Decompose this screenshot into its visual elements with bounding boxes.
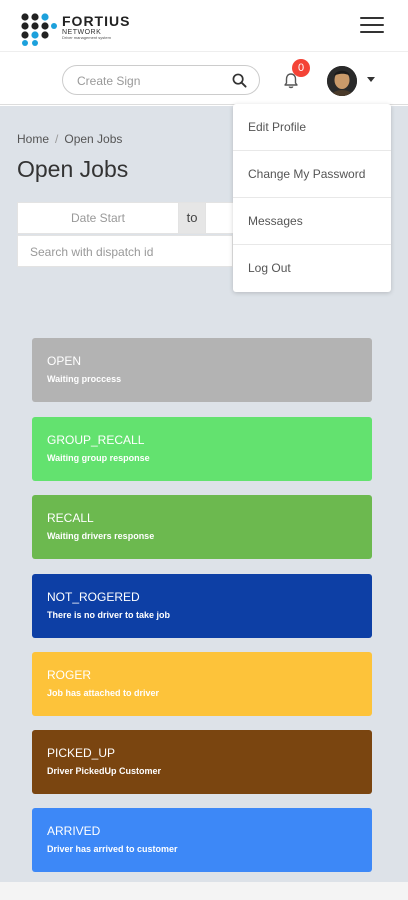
status-title: GROUP_RECALL xyxy=(47,433,145,447)
user-photo-icon xyxy=(327,66,357,96)
status-title: ROGER xyxy=(47,668,92,682)
status-card-picked-up[interactable]: PICKED_UP Driver PickedUp Customer xyxy=(32,730,372,794)
status-description: Waiting drivers response xyxy=(47,531,155,541)
status-title: ARRIVED xyxy=(47,824,101,838)
status-description: Job has attached to driver xyxy=(47,688,160,698)
status-card-open[interactable]: OPEN Waiting proccess xyxy=(32,338,372,402)
breadcrumb: Home / Open Jobs xyxy=(17,132,122,146)
brand-tagline: Driver management system xyxy=(62,35,111,40)
chevron-down-icon[interactable] xyxy=(367,77,375,82)
breadcrumb-separator: / xyxy=(55,132,59,146)
hamburger-line xyxy=(360,31,384,33)
breadcrumb-current: Open Jobs xyxy=(64,132,123,146)
date-start-input[interactable]: Date Start xyxy=(17,202,179,234)
footer-strip xyxy=(0,882,408,900)
dispatch-search[interactable] xyxy=(17,235,233,267)
status-description: There is no driver to take job xyxy=(47,610,171,620)
status-description: Driver PickedUp Customer xyxy=(47,766,162,776)
menu-item-log-out[interactable]: Log Out xyxy=(233,245,391,292)
status-card-recall[interactable]: RECALL Waiting drivers response xyxy=(32,495,372,559)
dispatch-id-input[interactable] xyxy=(30,243,220,261)
status-card-group-recall[interactable]: GROUP_RECALL Waiting group response xyxy=(32,417,372,481)
notification-badge[interactable]: 0 xyxy=(292,59,310,77)
brand[interactable]: FORTIUS NETWORK Driver management system xyxy=(62,13,130,40)
status-description: Waiting proccess xyxy=(47,374,122,384)
search-box[interactable] xyxy=(62,65,260,95)
status-title: PICKED_UP xyxy=(47,746,116,760)
top-header: FORTIUS NETWORK Driver management system xyxy=(0,0,408,52)
hamburger-line xyxy=(360,24,384,26)
menu-item-change-password[interactable]: Change My Password xyxy=(233,151,391,198)
status-card-roger[interactable]: ROGER Job has attached to driver xyxy=(32,652,372,716)
hamburger-line xyxy=(360,17,384,19)
status-title: NOT_ROGERED xyxy=(47,590,140,604)
menu-item-edit-profile[interactable]: Edit Profile xyxy=(233,104,391,151)
toolbar: 0 xyxy=(0,53,408,105)
search-input[interactable] xyxy=(77,72,227,90)
status-title: OPEN xyxy=(47,354,82,368)
breadcrumb-home[interactable]: Home xyxy=(17,132,49,146)
search-icon[interactable] xyxy=(232,73,247,88)
menu-item-messages[interactable]: Messages xyxy=(233,198,391,245)
user-dropdown-menu: Edit Profile Change My Password Messages… xyxy=(233,104,391,292)
brand-name: FORTIUS xyxy=(62,13,131,29)
date-to-label: to xyxy=(179,202,205,234)
status-card-arrived[interactable]: ARRIVED Driver has arrived to customer xyxy=(32,808,372,872)
hamburger-icon[interactable] xyxy=(360,17,384,35)
status-description: Waiting group response xyxy=(47,453,150,463)
status-description: Driver has arrived to customer xyxy=(47,844,178,854)
status-card-not-rogered[interactable]: NOT_ROGERED There is no driver to take jo… xyxy=(32,574,372,638)
page-title: Open Jobs xyxy=(17,156,129,182)
avatar[interactable] xyxy=(327,66,357,96)
status-title: RECALL xyxy=(47,511,94,525)
fortius-logo-icon[interactable] xyxy=(20,13,60,47)
